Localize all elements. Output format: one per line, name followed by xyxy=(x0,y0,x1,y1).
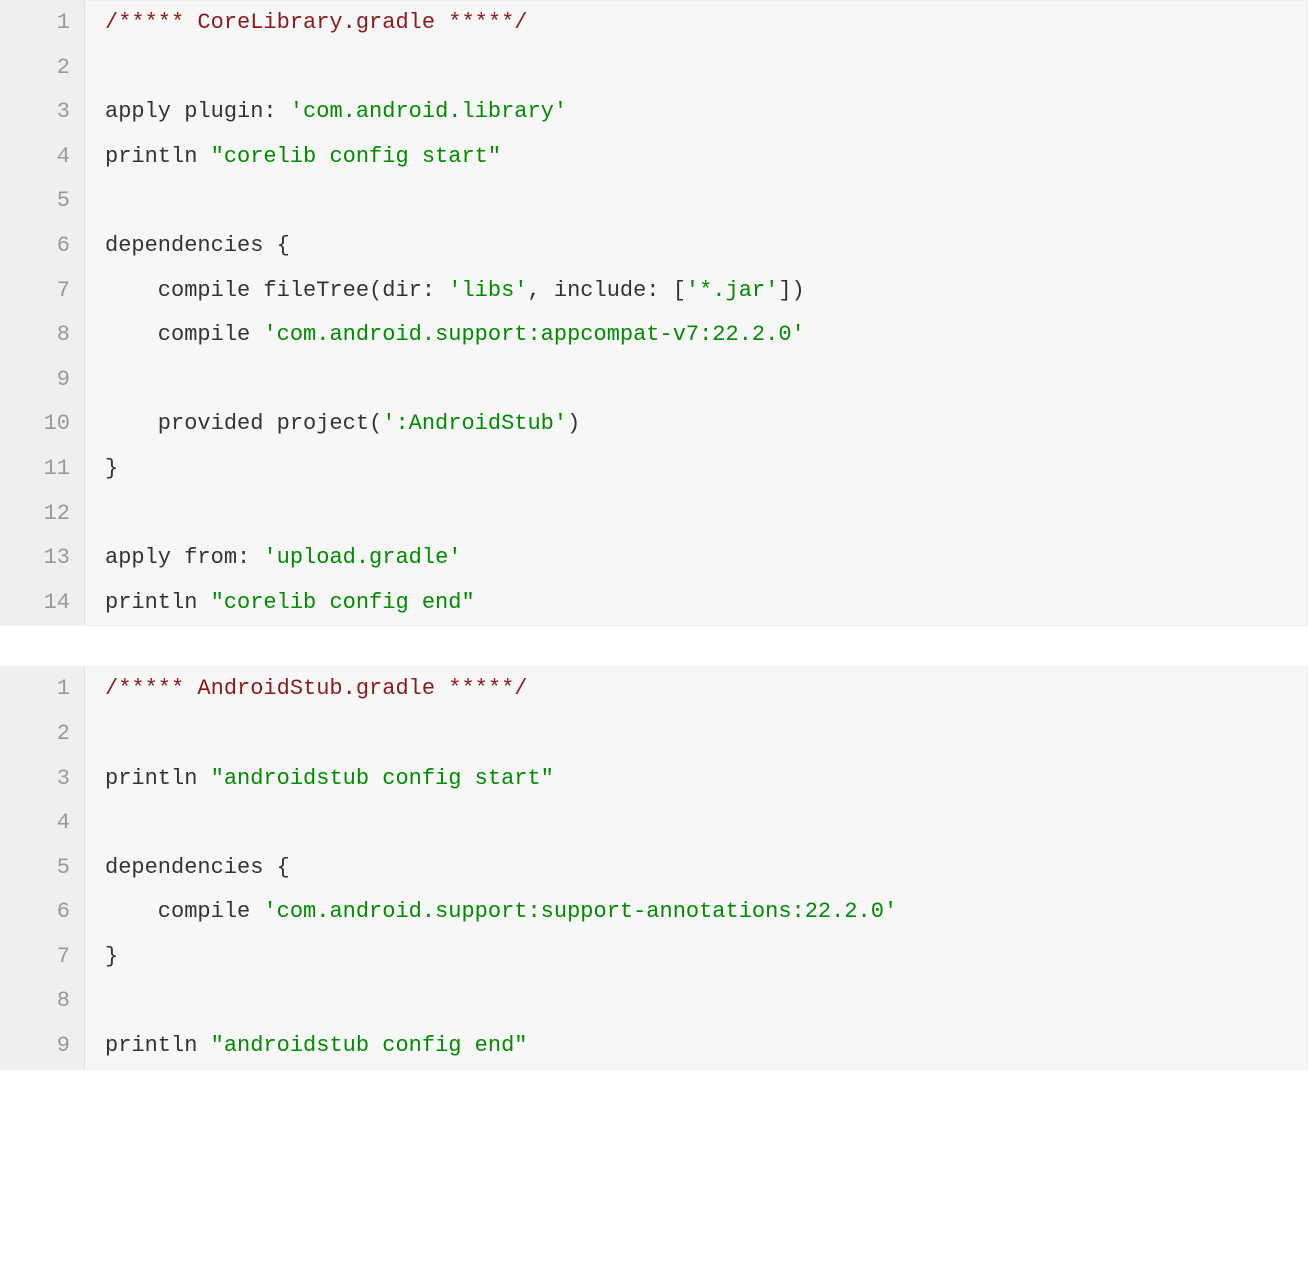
code-line: dependencies { xyxy=(105,224,1307,269)
code-line: /***** AndroidStub.gradle *****/ xyxy=(105,667,1307,712)
code-token: } xyxy=(105,456,118,481)
code-line: /***** CoreLibrary.gradle *****/ xyxy=(105,1,1307,46)
code-line: compile fileTree(dir: 'libs', include: [… xyxy=(105,269,1307,314)
line-number: 6 xyxy=(1,224,84,269)
code-token: apply from: xyxy=(105,545,263,570)
code-line: apply from: 'upload.gradle' xyxy=(105,536,1307,581)
code-token: } xyxy=(105,944,118,969)
line-number: 2 xyxy=(1,712,84,757)
code-token: /***** CoreLibrary.gradle *****/ xyxy=(105,10,527,35)
code-line: compile 'com.android.support:support-ann… xyxy=(105,890,1307,935)
code-line xyxy=(105,46,1307,91)
code-line: println "corelib config start" xyxy=(105,135,1307,180)
block-gap xyxy=(0,626,1308,666)
code-line: } xyxy=(105,447,1307,492)
code-line xyxy=(105,179,1307,224)
code-token: 'libs' xyxy=(448,278,527,303)
line-number: 12 xyxy=(1,492,84,537)
code-token: ) xyxy=(567,411,580,436)
code-token: "corelib config start" xyxy=(211,144,501,169)
line-number: 1 xyxy=(1,667,84,712)
code-line xyxy=(105,801,1307,846)
code-token: compile xyxy=(105,899,263,924)
line-number: 11 xyxy=(1,447,84,492)
code-token: 'com.android.support:support-annotations… xyxy=(263,899,897,924)
line-number: 7 xyxy=(1,935,84,980)
line-number: 3 xyxy=(1,757,84,802)
code-line: println "androidstub config start" xyxy=(105,757,1307,802)
line-number-gutter: 1234567891011121314 xyxy=(1,1,85,625)
code-token: println xyxy=(105,144,211,169)
code-token: 'upload.gradle' xyxy=(263,545,461,570)
code-token: 'com.android.support:appcompat-v7:22.2.0… xyxy=(263,322,804,347)
code-token: dependencies { xyxy=(105,855,290,880)
line-number: 5 xyxy=(1,179,84,224)
code-line: dependencies { xyxy=(105,846,1307,891)
line-number: 13 xyxy=(1,536,84,581)
code-block: 123456789/***** AndroidStub.gradle *****… xyxy=(0,666,1308,1069)
line-number: 5 xyxy=(1,846,84,891)
code-token: compile fileTree(dir: xyxy=(105,278,448,303)
code-token: provided project( xyxy=(105,411,382,436)
code-line: } xyxy=(105,935,1307,980)
line-number: 7 xyxy=(1,269,84,314)
line-number: 4 xyxy=(1,135,84,180)
line-number: 14 xyxy=(1,581,84,626)
code-token: '*.jar' xyxy=(686,278,778,303)
line-number-gutter: 123456789 xyxy=(1,667,85,1068)
code-content: /***** CoreLibrary.gradle *****/ apply p… xyxy=(85,1,1307,625)
code-token: "corelib config end" xyxy=(211,590,475,615)
code-token: , include: [ xyxy=(527,278,685,303)
code-line xyxy=(105,492,1307,537)
code-token: ':AndroidStub' xyxy=(382,411,567,436)
code-token: println xyxy=(105,590,211,615)
code-line xyxy=(105,979,1307,1024)
code-block: 1234567891011121314/***** CoreLibrary.gr… xyxy=(0,0,1308,626)
code-token: /***** AndroidStub.gradle *****/ xyxy=(105,676,527,701)
code-line xyxy=(105,358,1307,403)
code-line: provided project(':AndroidStub') xyxy=(105,402,1307,447)
code-container: 1234567891011121314/***** CoreLibrary.gr… xyxy=(0,0,1308,1070)
code-line: println "androidstub config end" xyxy=(105,1024,1307,1069)
code-token: "androidstub config end" xyxy=(211,1033,528,1058)
code-token: println xyxy=(105,766,211,791)
code-token: "androidstub config start" xyxy=(211,766,554,791)
code-content: /***** AndroidStub.gradle *****/ println… xyxy=(85,667,1307,1068)
line-number: 3 xyxy=(1,90,84,135)
line-number: 10 xyxy=(1,402,84,447)
code-token: dependencies { xyxy=(105,233,290,258)
line-number: 9 xyxy=(1,1024,84,1069)
code-line xyxy=(105,712,1307,757)
line-number: 2 xyxy=(1,46,84,91)
line-number: 4 xyxy=(1,801,84,846)
line-number: 8 xyxy=(1,313,84,358)
code-line: compile 'com.android.support:appcompat-v… xyxy=(105,313,1307,358)
line-number: 9 xyxy=(1,358,84,403)
line-number: 8 xyxy=(1,979,84,1024)
code-line: println "corelib config end" xyxy=(105,581,1307,626)
code-token: apply plugin: xyxy=(105,99,290,124)
code-token: ]) xyxy=(778,278,804,303)
code-line: apply plugin: 'com.android.library' xyxy=(105,90,1307,135)
code-token: compile xyxy=(105,322,263,347)
code-token: println xyxy=(105,1033,211,1058)
line-number: 6 xyxy=(1,890,84,935)
line-number: 1 xyxy=(1,1,84,46)
code-token: 'com.android.library' xyxy=(290,99,567,124)
